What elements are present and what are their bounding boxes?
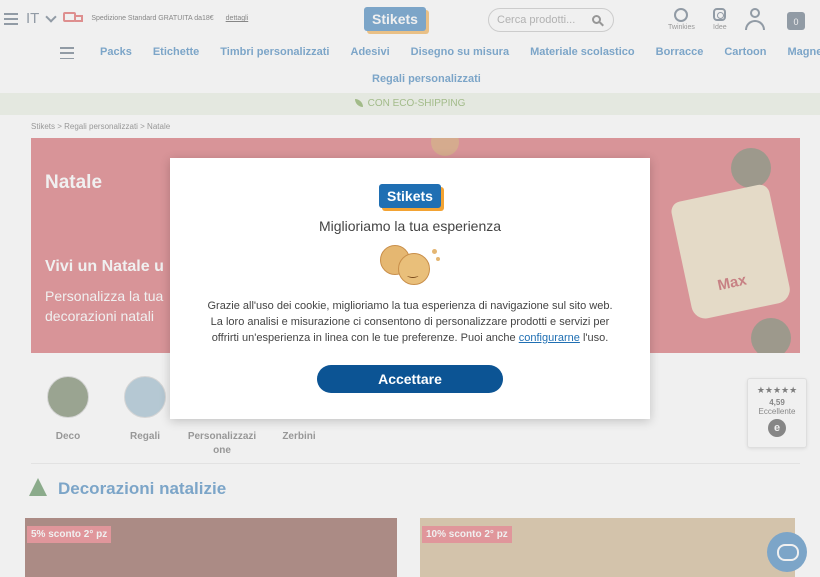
modal-text-line3-post: l'uso. bbox=[579, 332, 609, 344]
configure-link[interactable]: configurarne bbox=[519, 332, 580, 344]
modal-text-line2: La loro analisi e misurazione ci consent… bbox=[210, 316, 610, 328]
modal-text: Grazie all'uso dei cookie, miglioriamo l… bbox=[200, 298, 620, 346]
cookie-consent-modal: Stikets Miglioriamo la tua esperienza Gr… bbox=[170, 158, 650, 419]
modal-text-line1: Grazie all'uso dei cookie, miglioriamo l… bbox=[207, 300, 613, 312]
modal-text-line3: offrirti un'esperienza in linea con le t… bbox=[200, 330, 620, 346]
modal-text-line3-pre: offrirti un'esperienza in linea con le t… bbox=[211, 332, 519, 344]
cookie-icon bbox=[378, 243, 442, 289]
modal-title: Miglioriamo la tua esperienza bbox=[318, 218, 502, 234]
accept-button[interactable]: Accettare bbox=[317, 365, 503, 393]
modal-logo: Stikets bbox=[379, 184, 441, 208]
